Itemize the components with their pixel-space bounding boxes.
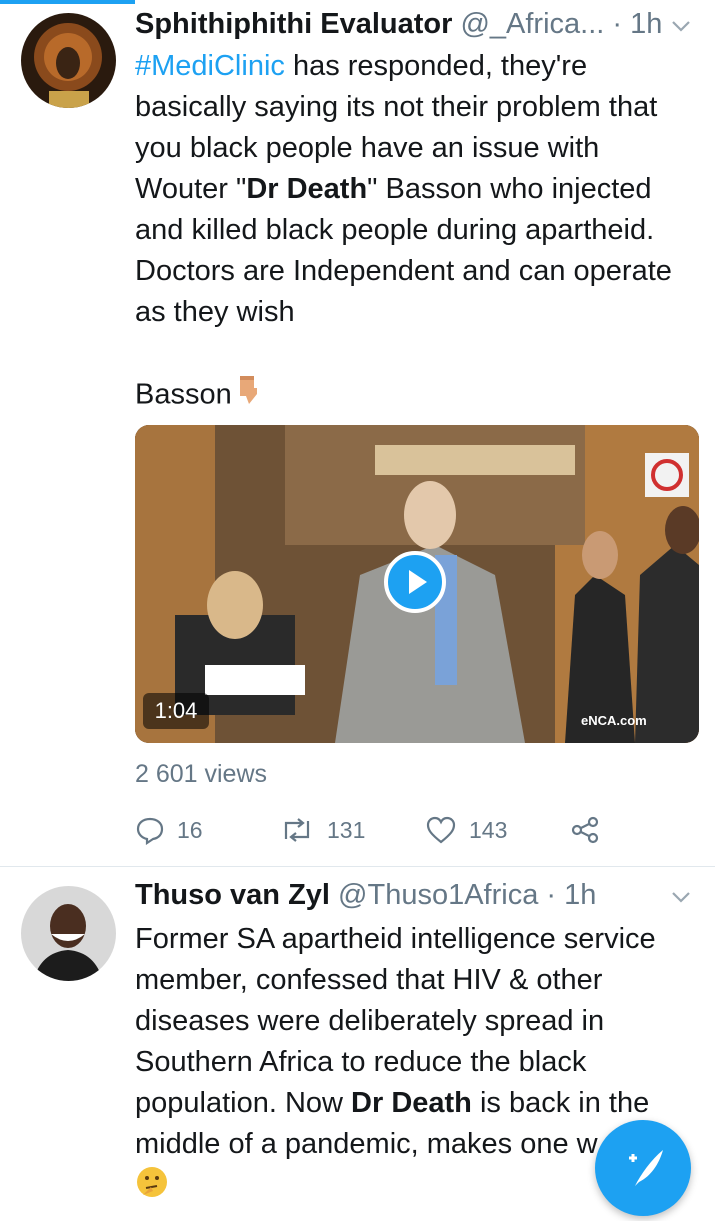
video-duration: 1:04 [143, 693, 209, 729]
tweet-header: Sphithiphithi Evaluator @_Africa... · 1h [135, 8, 695, 48]
reply-button[interactable]: 16 [135, 810, 203, 850]
like-count: 143 [469, 816, 508, 843]
video-watermark: eNCA.com [581, 713, 647, 728]
pointing-down-emoji [232, 374, 264, 418]
avatar[interactable] [21, 886, 116, 981]
view-count: 2 601 views [135, 760, 268, 788]
reply-icon [136, 817, 164, 845]
share-button[interactable] [569, 810, 613, 850]
author-name[interactable]: Thuso van Zyl [135, 879, 330, 911]
hashtag-link[interactable]: #MediClinic [135, 50, 285, 82]
tweet-text: #MediClinic has responded, they're basic… [135, 46, 695, 418]
like-button[interactable]: 143 [425, 810, 507, 850]
author-name[interactable]: Sphithiphithi Evaluator [135, 8, 452, 40]
tweet-time[interactable]: · 1h [546, 879, 596, 911]
tweet-text-bold: Dr Death [246, 173, 368, 205]
tweet-text-line: Basson [135, 378, 232, 411]
chevron-down-icon[interactable] [667, 12, 695, 40]
chevron-down-icon[interactable] [667, 883, 695, 911]
retweet-button[interactable]: 131 [279, 810, 365, 850]
author-handle[interactable]: @_Africa... [460, 8, 604, 40]
retweet-icon [284, 818, 310, 842]
tweet-time[interactable]: · 1h [612, 8, 662, 40]
avatar[interactable] [21, 13, 116, 108]
tweet-1[interactable]: Sphithiphithi Evaluator @_Africa... · 1h… [0, 0, 715, 866]
tweet-header: Thuso van Zyl @Thuso1Africa · 1h [135, 879, 695, 919]
play-icon[interactable] [384, 551, 446, 613]
compose-tweet-button[interactable] [595, 1120, 691, 1216]
thinking-face-emoji [135, 1165, 169, 1211]
compose-icon [629, 1150, 663, 1186]
like-icon [426, 816, 456, 844]
reply-count: 16 [177, 816, 203, 843]
retweet-count: 131 [327, 816, 366, 843]
author-handle[interactable]: @Thuso1Africa [338, 879, 538, 911]
share-icon [571, 816, 599, 844]
tweet-text-bold: Dr Death [351, 1087, 472, 1119]
